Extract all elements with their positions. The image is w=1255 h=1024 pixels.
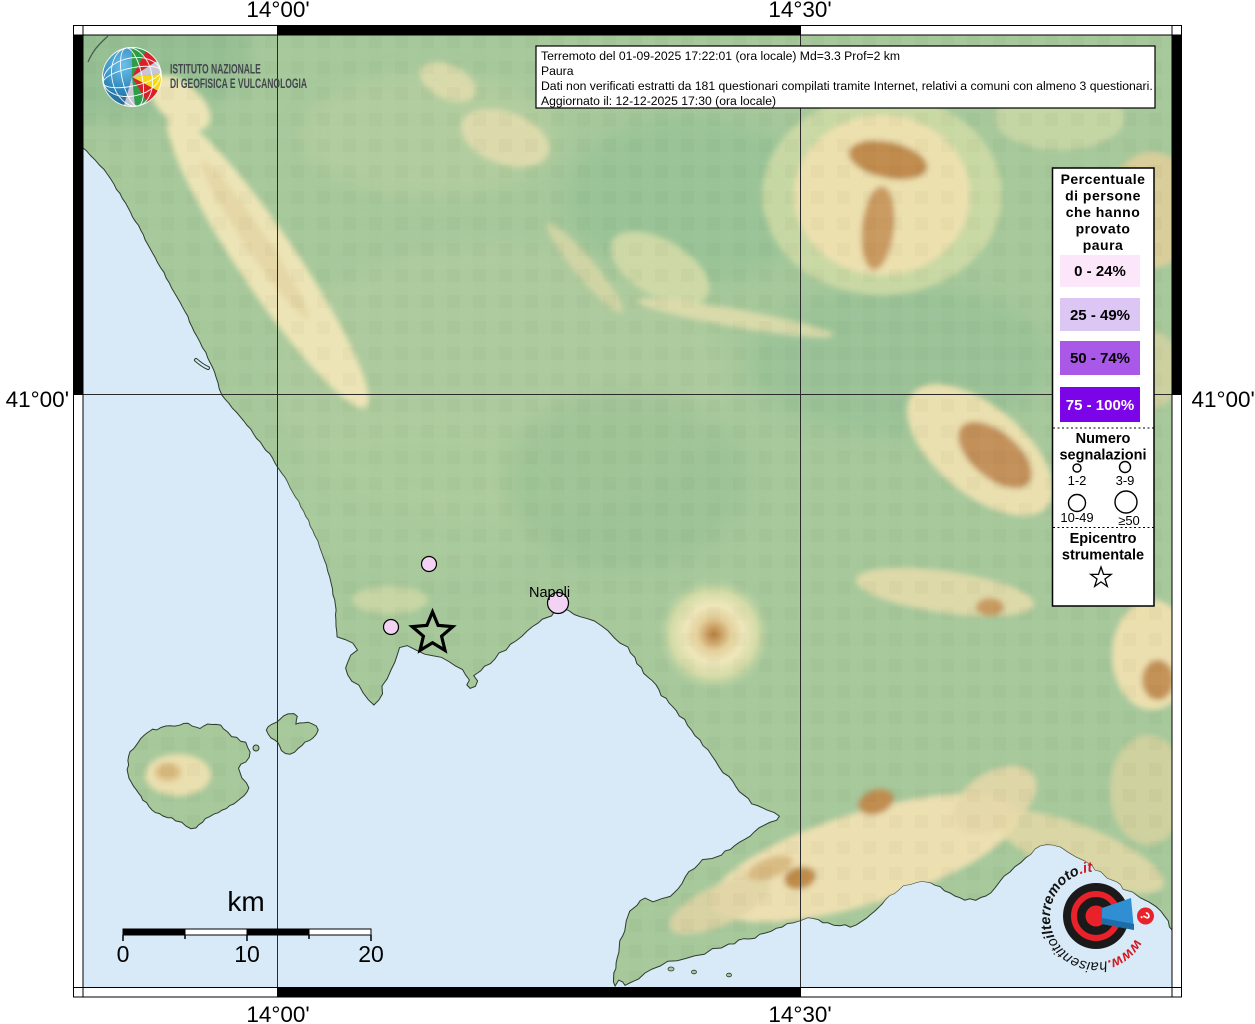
- svg-text:14°00': 14°00': [246, 1002, 309, 1024]
- svg-text:41°00': 41°00': [1192, 387, 1255, 412]
- svg-text:Epicentro: Epicentro: [1070, 531, 1137, 547]
- svg-text:di persone: di persone: [1065, 188, 1141, 204]
- svg-text:10: 10: [234, 941, 260, 967]
- svg-text:segnalazioni: segnalazioni: [1059, 448, 1146, 464]
- svg-text:Percentuale: Percentuale: [1061, 171, 1146, 187]
- svg-text:DI GEOFISICA E VULCANOLOGIA: DI GEOFISICA E VULCANOLOGIA: [170, 77, 308, 91]
- svg-text:Numero: Numero: [1076, 431, 1131, 447]
- svg-text:10-49: 10-49: [1060, 510, 1093, 525]
- svg-text:75 - 100%: 75 - 100%: [1066, 397, 1134, 414]
- svg-text:14°30': 14°30': [768, 1002, 831, 1024]
- svg-text:41°00': 41°00': [6, 387, 69, 412]
- svg-text:Paura: Paura: [541, 64, 574, 78]
- svg-text:ISTITUTO NAZIONALE: ISTITUTO NAZIONALE: [170, 63, 261, 77]
- svg-text:25 - 49%: 25 - 49%: [1070, 307, 1130, 324]
- svg-text:20: 20: [358, 941, 384, 967]
- svg-text:3-9: 3-9: [1116, 473, 1135, 488]
- svg-text:Aggiornato il: 12-12-2025 17:3: Aggiornato il: 12-12-2025 17:30 (ora loc…: [541, 94, 776, 108]
- svg-text:≥50: ≥50: [1118, 513, 1140, 528]
- svg-text:Dati non verificati estratti d: Dati non verificati estratti da 181 ques…: [541, 79, 1153, 93]
- svg-text:Napoli: Napoli: [529, 585, 570, 601]
- svg-text:Terremoto del 01-09-2025 17:22: Terremoto del 01-09-2025 17:22:01 (ora l…: [541, 49, 900, 63]
- svg-text:14°00': 14°00': [246, 0, 309, 22]
- svg-text:che hanno: che hanno: [1066, 204, 1141, 220]
- svg-text:1-2: 1-2: [1068, 473, 1087, 488]
- svg-text:strumentale: strumentale: [1062, 548, 1144, 564]
- svg-text:0 - 24%: 0 - 24%: [1074, 263, 1126, 280]
- svg-text:50 - 74%: 50 - 74%: [1070, 350, 1130, 367]
- svg-text:km: km: [227, 886, 264, 917]
- svg-text:provato: provato: [1076, 221, 1131, 237]
- svg-text:paura: paura: [1083, 237, 1124, 253]
- svg-text:0: 0: [117, 941, 130, 967]
- svg-text:14°30': 14°30': [768, 0, 831, 22]
